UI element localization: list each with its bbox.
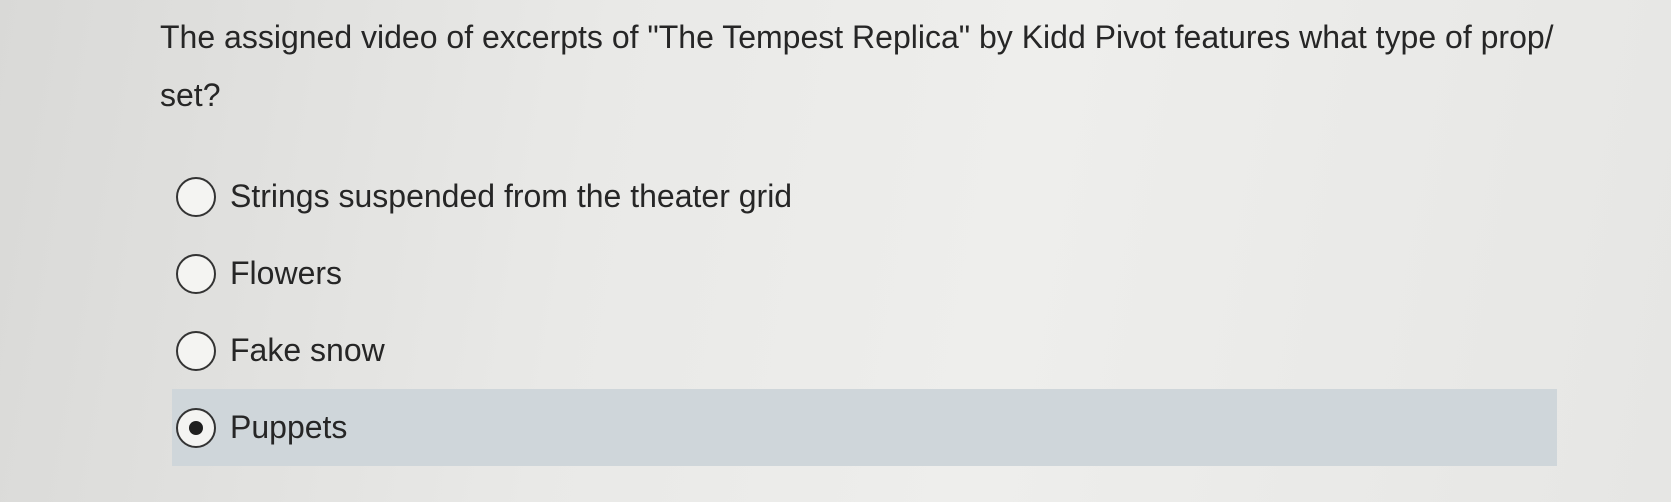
radio-button-unselected[interactable] bbox=[176, 253, 216, 294]
radio-button-unselected[interactable] bbox=[176, 176, 216, 217]
option-label: Puppets bbox=[230, 409, 348, 445]
option-strings[interactable]: Strings suspended from the theater grid bbox=[172, 158, 1557, 235]
radio-button-unselected[interactable] bbox=[176, 330, 216, 371]
option-label: Flowers bbox=[230, 255, 343, 291]
option-label: Fake snow bbox=[230, 332, 385, 368]
option-fake-snow[interactable]: Fake snow bbox=[172, 312, 1557, 389]
radio-dot-icon bbox=[189, 420, 203, 435]
option-flowers[interactable]: Flowers bbox=[172, 235, 1557, 312]
option-label: Strings suspended from the theater grid bbox=[230, 178, 793, 214]
radio-button-selected[interactable] bbox=[176, 407, 216, 448]
option-puppets[interactable]: Puppets bbox=[172, 389, 1557, 466]
answer-options: Strings suspended from the theater grid … bbox=[172, 158, 1557, 466]
question-text: The assigned video of excerpts of "The T… bbox=[160, 19, 1554, 113]
